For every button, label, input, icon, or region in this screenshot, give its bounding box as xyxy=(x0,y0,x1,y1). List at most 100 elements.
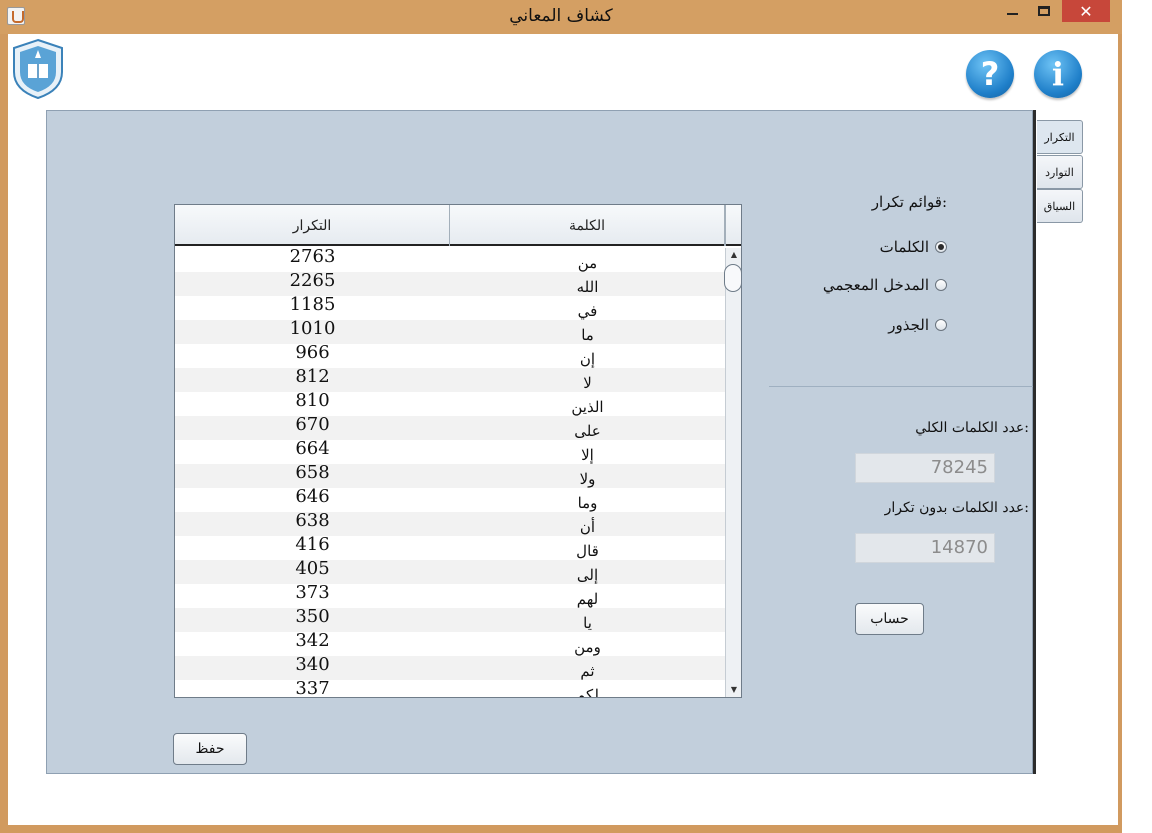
panel-edge xyxy=(1033,110,1036,774)
table-row[interactable]: 416 قال xyxy=(175,534,725,561)
cell-count: 670 xyxy=(295,414,330,435)
total-words-label: عدد الكلمات الكلي: xyxy=(915,420,1029,436)
table-row[interactable]: 638 أن xyxy=(175,512,725,536)
cell-count: 664 xyxy=(295,438,330,459)
cell-count: 966 xyxy=(295,342,330,363)
table-body[interactable]: 2763 من 2265 الله 1185 في 1010 ما 966 إن 812 لا 810 ا… xyxy=(175,248,725,697)
cell-word: إلى xyxy=(576,566,599,584)
university-logo-icon xyxy=(13,38,63,100)
column-header-count[interactable]: التكرار xyxy=(175,205,450,246)
radio-roots-label: الجذور xyxy=(888,316,929,334)
radio-lexical-entry[interactable]: المدخل المعجمي xyxy=(799,275,947,295)
cell-word: الله xyxy=(576,278,599,296)
unique-words-field: 14870 xyxy=(855,533,995,563)
cell-word: ما xyxy=(581,326,594,344)
unique-words-label: عدد الكلمات بدون تكرار: xyxy=(884,500,1029,516)
cell-count: 342 xyxy=(295,630,330,651)
scroll-up-icon[interactable]: ▲ xyxy=(726,248,742,262)
cell-word: على xyxy=(574,422,601,440)
save-button[interactable]: حفظ xyxy=(173,733,247,765)
frequency-table: التكرار الكلمة 2763 من 2265 الله 1185 في 1010 م… xyxy=(174,204,742,698)
cell-count: 416 xyxy=(295,534,330,555)
cell-count: 1010 xyxy=(289,318,336,339)
calculate-button[interactable]: حساب xyxy=(855,603,924,635)
cell-count: 337 xyxy=(295,678,330,698)
cell-word: أن xyxy=(579,518,596,536)
radio-words-label: الكلمات xyxy=(879,238,929,256)
table-row[interactable]: 812 لا xyxy=(175,368,725,392)
cell-word: الذين xyxy=(571,398,604,416)
close-icon: ✕ xyxy=(1079,1,1093,21)
help-icon[interactable]: ? xyxy=(966,50,1014,98)
table-row[interactable]: 670 على xyxy=(175,416,725,440)
cell-count: 2763 xyxy=(289,248,336,267)
minimize-button[interactable] xyxy=(997,0,1027,22)
table-header-corner xyxy=(725,205,741,246)
total-words-field: 78245 xyxy=(855,453,995,483)
minimize-icon xyxy=(1006,13,1018,15)
table-row[interactable]: 2265 الله xyxy=(175,272,725,296)
tab-context[interactable]: السياق xyxy=(1037,189,1083,223)
window-title: كشاف المعاني xyxy=(509,6,613,26)
title-bar[interactable]: كشاف المعاني ✕ xyxy=(0,0,1122,34)
table-row[interactable]: 340 ثم xyxy=(175,656,725,680)
frequency-panel: التكرار الكلمة 2763 من 2265 الله 1185 في 1010 م… xyxy=(46,110,1033,774)
radio-lexical-entry-circle[interactable] xyxy=(935,279,947,291)
cell-count: 638 xyxy=(295,510,330,531)
close-button[interactable]: ✕ xyxy=(1062,0,1110,22)
tab-collocation[interactable]: التوارد xyxy=(1037,155,1083,189)
cell-word: ولا xyxy=(579,470,596,488)
cell-count: 810 xyxy=(295,390,330,411)
cell-word: في xyxy=(577,302,598,320)
scroll-down-icon[interactable]: ▼ xyxy=(726,683,742,697)
table-row[interactable]: 1185 في xyxy=(175,294,725,321)
table-row[interactable]: 658 ولا xyxy=(175,464,725,488)
table-row[interactable]: 1010 ما xyxy=(175,320,725,344)
cell-word: لا xyxy=(583,374,592,392)
info-icon[interactable]: i xyxy=(1034,50,1082,98)
table-row[interactable]: 966 إن xyxy=(175,342,725,369)
radio-roots[interactable]: الجذور xyxy=(829,315,947,335)
cell-count: 350 xyxy=(295,606,330,627)
cell-word: إن xyxy=(579,350,596,368)
table-header: التكرار الكلمة xyxy=(175,205,741,246)
cell-count: 2265 xyxy=(289,270,336,291)
table-row[interactable]: 2763 من xyxy=(175,248,725,272)
table-row[interactable]: 646 وما xyxy=(175,486,725,513)
table-scrollbar[interactable]: ▲ ▼ xyxy=(724,248,742,697)
table-row[interactable]: 373 لهم xyxy=(175,582,725,609)
table-row[interactable]: 810 الذين xyxy=(175,390,725,417)
column-header-word[interactable]: الكلمة xyxy=(450,205,725,246)
divider xyxy=(769,386,1033,387)
cell-word: يا xyxy=(583,614,592,632)
cell-count: 1185 xyxy=(289,294,336,315)
cell-count: 405 xyxy=(295,558,330,579)
radio-lexical-entry-label: المدخل المعجمي xyxy=(822,276,929,294)
radio-words[interactable]: الكلمات xyxy=(829,237,947,257)
cell-count: 658 xyxy=(295,462,330,483)
cell-word: ومن xyxy=(574,638,601,656)
radio-roots-circle[interactable] xyxy=(935,319,947,331)
lists-title: قوائم تكرار: xyxy=(871,193,947,211)
cell-word: لكم xyxy=(576,686,599,697)
table-row[interactable]: 342 ومن xyxy=(175,630,725,657)
cell-count: 812 xyxy=(295,366,330,387)
table-row[interactable]: 337 لكم xyxy=(175,678,725,698)
table-row[interactable]: 405 إلى xyxy=(175,560,725,584)
cell-word: إلا xyxy=(581,446,594,464)
cell-count: 340 xyxy=(295,654,330,675)
cell-word: وما xyxy=(577,494,598,512)
scroll-thumb[interactable] xyxy=(724,264,742,292)
cell-count: 373 xyxy=(295,582,330,603)
tab-frequency[interactable]: التكرار xyxy=(1037,120,1083,154)
radio-words-circle[interactable] xyxy=(935,241,947,253)
maximize-button[interactable] xyxy=(1029,0,1059,22)
table-row[interactable]: 664 إلا xyxy=(175,438,725,465)
cell-count: 646 xyxy=(295,486,330,507)
maximize-icon xyxy=(1038,6,1050,16)
app-window: كشاف المعاني ✕ ? i التكرار الكلمة 2763 من… xyxy=(0,0,1122,833)
cell-word: لهم xyxy=(576,590,599,608)
table-row[interactable]: 350 يا xyxy=(175,608,725,632)
cell-word: قال xyxy=(576,542,599,560)
client-area: ? i التكرار الكلمة 2763 من 2265 الله 1185 في 1… xyxy=(8,34,1118,825)
